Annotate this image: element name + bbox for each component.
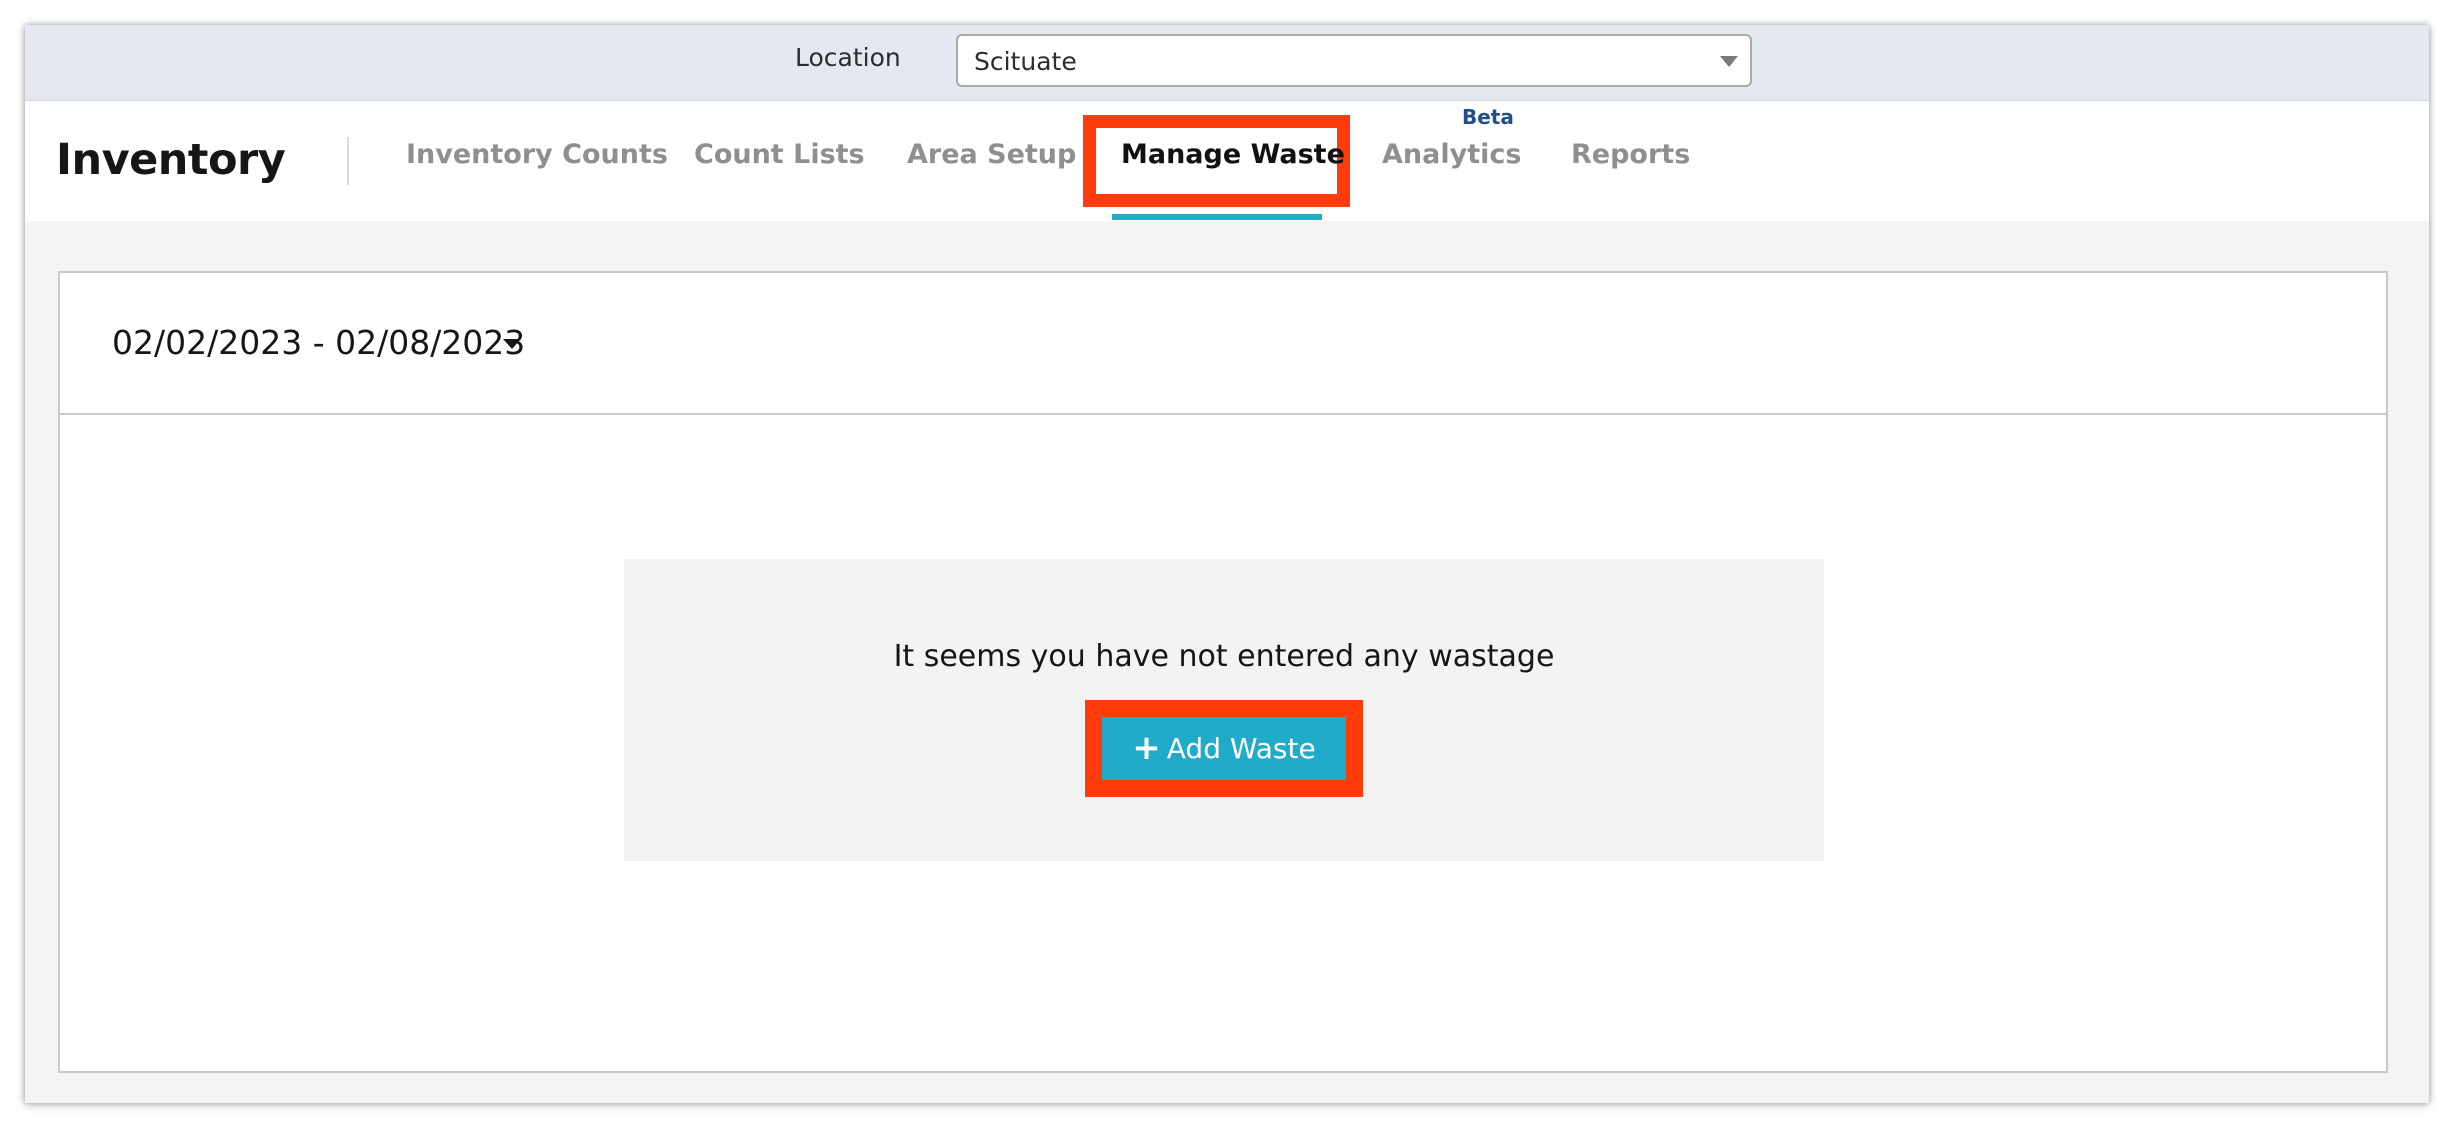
add-waste-label: Add Waste <box>1166 732 1316 765</box>
inventory-nav-bar: Inventory Inventory Counts Count Lists A… <box>25 101 2429 221</box>
tab-analytics[interactable]: Analytics <box>1382 137 1521 173</box>
app-window: Location Scituate Inventory Inventory Co… <box>25 25 2429 1103</box>
location-label: Location <box>795 43 901 72</box>
chevron-down-icon <box>1720 56 1738 67</box>
page-title: Inventory <box>56 135 286 185</box>
empty-state: It seems you have not entered any wastag… <box>624 559 1824 861</box>
plus-icon: + <box>1132 728 1161 768</box>
add-waste-button-highlight: + Add Waste <box>1085 700 1363 797</box>
caret-down-icon[interactable] <box>503 339 521 349</box>
location-bar: Location Scituate <box>25 25 2429 101</box>
waste-panel: 02/02/2023 - 02/08/2023 It seems you hav… <box>58 271 2388 1073</box>
tab-reports[interactable]: Reports <box>1571 137 1690 173</box>
beta-badge: Beta <box>1462 105 1514 129</box>
nav-divider <box>347 137 349 185</box>
location-select[interactable]: Scituate <box>956 34 1752 87</box>
active-tab-indicator <box>1112 214 1322 220</box>
tab-inventory-counts[interactable]: Inventory Counts <box>406 137 668 173</box>
tab-area-setup[interactable]: Area Setup <box>907 137 1076 173</box>
date-range-header: 02/02/2023 - 02/08/2023 <box>60 273 2386 415</box>
date-range-picker[interactable]: 02/02/2023 - 02/08/2023 <box>112 323 525 363</box>
empty-state-message: It seems you have not entered any wastag… <box>893 639 1555 674</box>
location-select-value: Scituate <box>974 47 1077 76</box>
tab-manage-waste[interactable]: Manage Waste <box>1121 137 1345 173</box>
tab-count-lists[interactable]: Count Lists <box>694 137 865 173</box>
add-waste-button[interactable]: + Add Waste <box>1102 717 1346 780</box>
